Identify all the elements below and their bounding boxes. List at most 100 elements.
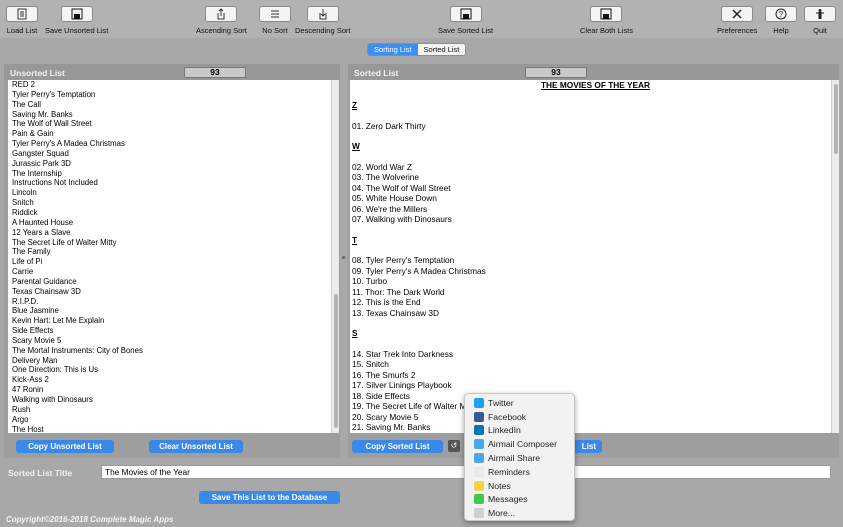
list-item[interactable]: Snitch xyxy=(8,198,339,208)
tab-sorting-list[interactable]: Sorting List xyxy=(368,44,418,55)
copy-sorted-list-button[interactable]: Copy Sorted List xyxy=(352,440,443,453)
sorted-item: 20. Scary Movie 5 xyxy=(352,411,419,422)
save-to-database-button[interactable]: Save This List to the Database xyxy=(199,491,340,504)
sorted-item: 01. Zero Dark Thirty xyxy=(352,120,426,131)
copyright-text: Copyright©2016-2018 Complete Magic Apps xyxy=(6,515,174,524)
view-segmented-control: Sorting List Sorted List xyxy=(367,43,467,56)
list-item[interactable]: Jurassic Park 3D xyxy=(8,159,339,169)
list-item[interactable]: Kick-Ass 2 xyxy=(8,375,339,385)
save-unsorted-list-button[interactable]: Save Unsorted List xyxy=(45,6,108,35)
sorted-item: 18. Side Effects xyxy=(352,390,410,401)
list-item[interactable]: R.I.P.D. xyxy=(8,297,339,307)
list-item[interactable]: Pain & Gain xyxy=(8,129,339,139)
list-item[interactable]: Rush xyxy=(8,405,339,415)
unsorted-list-box[interactable]: RED 2 Tyler Perry's Temptation The Call Sav… xyxy=(8,80,339,433)
list-item[interactable]: Instructions Not Included xyxy=(8,178,339,188)
preferences-button[interactable]: Preferences xyxy=(717,6,757,35)
list-item[interactable]: Lincoln xyxy=(8,188,339,198)
sorted-item: 15. Snitch xyxy=(352,359,389,369)
descending-sort-button[interactable]: Descending Sort xyxy=(295,6,350,35)
clear-both-lists-button[interactable]: Clear Both Lists xyxy=(580,6,633,35)
list-item[interactable]: Gangster Squad xyxy=(8,149,339,159)
share-menu-item[interactable]: Airmail Share xyxy=(465,451,574,465)
list-item[interactable]: Parental Guidance xyxy=(8,277,339,287)
share-menu-label: Notes xyxy=(488,480,511,491)
reminders-icon xyxy=(474,466,484,477)
copy-unsorted-list-button[interactable]: Copy Unsorted List xyxy=(16,440,114,453)
list-item[interactable]: Argo xyxy=(8,415,339,425)
list-item[interactable]: Texas Chainsaw 3D xyxy=(8,287,339,297)
share-menu-item[interactable]: Reminders xyxy=(465,465,574,479)
save-icon xyxy=(590,6,623,22)
sorted-list-box[interactable]: THE MOVIES OF THE YEAR Z 01. Zero Dark Th… xyxy=(350,80,839,433)
help-icon: ? xyxy=(765,6,797,22)
list-item[interactable]: Tyler Perry's A Madea Christmas xyxy=(8,139,339,149)
no-sort-button[interactable]: No Sort xyxy=(259,6,291,35)
share-menu-item[interactable]: Twitter xyxy=(465,396,574,410)
list-item[interactable]: The Host xyxy=(8,425,339,433)
tools-icon xyxy=(721,6,754,22)
list-item[interactable]: The Secret Life of Walter Mitty xyxy=(8,238,339,248)
share-menu-label: Messages xyxy=(488,494,528,505)
list-item[interactable]: Carrie xyxy=(8,267,339,277)
share-menu-item[interactable]: Messages xyxy=(465,493,574,507)
list-item[interactable]: One Direction: This is Us xyxy=(8,365,339,375)
list-item[interactable]: The Mortal Instruments: City of Bones xyxy=(8,346,339,356)
unsorted-scrollbar[interactable] xyxy=(331,80,339,433)
list-item[interactable]: The Family xyxy=(8,247,339,257)
sorted-item: 14. Star Trek Into Darkness xyxy=(352,348,453,359)
list-item[interactable]: Riddick xyxy=(8,208,339,218)
group-letter: T xyxy=(352,234,358,245)
list-item[interactable]: Walking with Dinosaurs xyxy=(8,395,339,405)
list-item[interactable]: A Haunted House xyxy=(8,218,339,228)
svg-text:?: ? xyxy=(779,10,784,19)
messages-icon xyxy=(474,494,484,505)
list-item[interactable]: The Call xyxy=(8,100,339,110)
ascending-sort-button[interactable]: Ascending Sort xyxy=(196,6,247,35)
load-list-button[interactable]: Load List xyxy=(6,6,38,35)
list-item[interactable]: Saving Mr. Banks xyxy=(8,110,339,120)
share-menu-item[interactable]: Notes xyxy=(465,479,574,493)
sorted-count: 93 xyxy=(525,67,587,78)
list-item[interactable]: Delivery Man xyxy=(8,356,339,366)
sorted-panel: Sorted List 93 THE MOVIES OF THE YEAR Z 0… xyxy=(348,64,839,458)
quit-button[interactable]: Quit xyxy=(804,6,836,35)
share-menu-label: Reminders xyxy=(488,466,531,477)
list-item[interactable]: Kevin Hart: Let Me Explain xyxy=(8,316,339,326)
list-item[interactable]: Life of Pi xyxy=(8,257,339,267)
share-button[interactable]: ↺ xyxy=(448,440,460,452)
list-icon xyxy=(259,6,291,22)
help-button[interactable]: ? Help xyxy=(765,6,797,35)
sorted-list-heading: THE MOVIES OF THE YEAR xyxy=(540,80,651,90)
group-letter: Z xyxy=(352,100,358,110)
more-icon xyxy=(474,508,484,519)
tab-sorted-list[interactable]: Sorted List xyxy=(417,44,466,55)
list-item[interactable]: 47 Ronin xyxy=(8,385,339,395)
share-menu-item[interactable]: Facebook xyxy=(465,410,574,424)
share-menu-item[interactable]: LinkedIn xyxy=(465,424,574,438)
list-item[interactable]: Tyler Perry's Temptation xyxy=(8,90,339,100)
unsorted-scroll-thumb[interactable] xyxy=(334,294,338,428)
list-item[interactable]: Blue Jasmine xyxy=(8,306,339,316)
share-menu-item[interactable]: Airmail Composer xyxy=(465,437,574,451)
save-icon xyxy=(60,6,93,22)
save-sorted-list-button[interactable]: Save Sorted List xyxy=(438,6,493,35)
split-handle[interactable] xyxy=(342,256,345,259)
share-menu-label: Twitter xyxy=(488,397,514,408)
list-item[interactable]: The Internship xyxy=(8,169,339,179)
clear-unsorted-list-button[interactable]: Clear Unsorted List xyxy=(149,440,243,453)
sorted-scroll-thumb[interactable] xyxy=(834,84,838,154)
list-item[interactable]: Scary Movie 5 xyxy=(8,336,339,346)
share-menu-label: Airmail Composer xyxy=(488,439,558,450)
save-icon xyxy=(449,6,482,22)
sorted-scrollbar[interactable] xyxy=(831,80,839,433)
list-item[interactable]: The Wolf of Wall Street xyxy=(8,119,339,129)
sorted-item: 08. Tyler Perry's Temptation xyxy=(352,255,455,265)
list-item[interactable]: Side Effects xyxy=(8,326,339,336)
document-icon xyxy=(6,6,38,22)
quit-icon xyxy=(804,6,836,22)
list-item[interactable]: RED 2 xyxy=(8,80,339,90)
share-menu-item[interactable]: More... xyxy=(465,506,574,520)
list-item[interactable]: 12 Years a Slave xyxy=(8,228,339,238)
linkedin-icon xyxy=(474,425,484,436)
